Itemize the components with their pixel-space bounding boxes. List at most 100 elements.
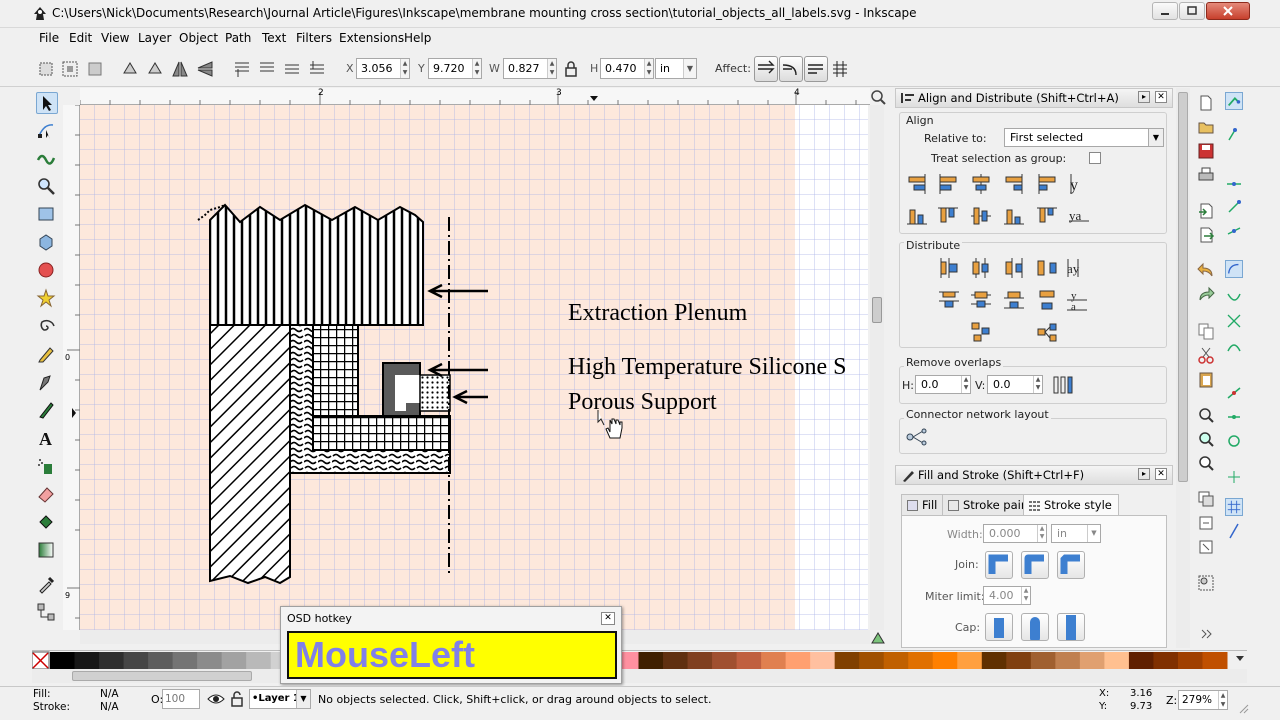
remove-overlaps-icon[interactable] xyxy=(1051,373,1075,397)
color-swatch[interactable] xyxy=(1128,652,1154,669)
dock-scrollbar-thumb[interactable] xyxy=(1178,92,1188,482)
overlap-v-field[interactable]: 0.0 ▲ ▼ xyxy=(987,375,1043,394)
unit-select[interactable]: in ▼ xyxy=(655,58,697,79)
color-swatch[interactable] xyxy=(99,652,125,669)
distribute-centers-v-icon[interactable] xyxy=(969,288,993,312)
toggle-lock-icon[interactable] xyxy=(229,690,245,708)
label-porous-support[interactable]: Porous Support xyxy=(568,389,717,416)
tweak-tool[interactable] xyxy=(36,148,58,170)
color-swatch[interactable] xyxy=(638,652,664,669)
raise-icon[interactable] xyxy=(257,59,277,79)
connector-tool[interactable] xyxy=(36,602,58,624)
align-right-sides-icon[interactable] xyxy=(1002,172,1026,196)
menu-edit[interactable]: Edit xyxy=(69,31,92,45)
color-swatch[interactable] xyxy=(736,652,762,669)
star-tool[interactable] xyxy=(36,288,58,310)
align-panel-header[interactable]: Align and Distribute (Shift+Ctrl+A) ▸ ✕ xyxy=(895,88,1173,108)
x-field[interactable]: 3.056 ▲ ▼ xyxy=(356,58,410,79)
cut-icon[interactable] xyxy=(1197,346,1215,364)
zoom-page-icon[interactable] xyxy=(1197,454,1215,472)
unclump-icon[interactable] xyxy=(1035,320,1059,344)
menu-layer[interactable]: Layer xyxy=(138,31,171,45)
copy-icon[interactable] xyxy=(1197,322,1215,340)
align-right-edges-icon[interactable] xyxy=(905,172,929,196)
snap-bbox-icon[interactable] xyxy=(1225,126,1243,144)
zoom-drawing-icon[interactable] xyxy=(1197,430,1215,448)
align-bottom-sides-icon[interactable] xyxy=(1002,204,1026,228)
distribute-left-edges-icon[interactable] xyxy=(937,256,961,280)
color-swatch[interactable] xyxy=(687,652,713,669)
drawing-canvas[interactable]: Extraction Plenum High Temperature Silic… xyxy=(80,105,868,630)
distribute-gaps-h-icon[interactable] xyxy=(1035,256,1059,280)
align-top-anchor-icon[interactable] xyxy=(1035,204,1059,228)
color-swatch[interactable] xyxy=(932,652,958,669)
affect-patterns-icon[interactable] xyxy=(830,59,850,79)
select-all-layers-icon[interactable] xyxy=(60,59,80,79)
paste-icon[interactable] xyxy=(1197,370,1215,388)
palette-scrollbar-thumb[interactable] xyxy=(72,671,252,681)
snap-midpoint-icon[interactable] xyxy=(1225,408,1243,426)
osd-close-button[interactable]: ✕ xyxy=(601,612,615,625)
color-swatch[interactable] xyxy=(712,652,738,669)
open-folder-icon[interactable] xyxy=(1197,118,1215,136)
minimize-button[interactable] xyxy=(1152,2,1178,20)
unlink-clone-icon[interactable] xyxy=(1197,538,1215,556)
current-layer-select[interactable]: •Layer 1 ▼ xyxy=(249,689,311,709)
color-swatch[interactable] xyxy=(148,652,174,669)
label-silicone[interactable]: High Temperature Silicone S xyxy=(568,354,846,381)
palette-scrollbar[interactable] xyxy=(32,669,1247,683)
node-tool[interactable] xyxy=(36,120,58,142)
relative-to-select[interactable]: First selected ▼ xyxy=(1004,128,1164,147)
round-join-button[interactable] xyxy=(1021,551,1049,579)
distribute-right-edges-icon[interactable] xyxy=(1002,256,1026,280)
resize-grip-icon[interactable] xyxy=(1236,701,1250,715)
pencil-tool[interactable] xyxy=(36,344,58,366)
flip-vertical-icon[interactable] xyxy=(195,59,215,79)
affect-rounded-corners-toggle[interactable] xyxy=(779,56,803,82)
toggle-visibility-icon[interactable] xyxy=(206,690,226,708)
distribute-gaps-v-icon[interactable] xyxy=(1035,288,1059,312)
snap-paths-icon[interactable] xyxy=(1225,288,1243,306)
tab-fill[interactable]: Fill xyxy=(901,494,945,516)
color-swatch[interactable] xyxy=(221,652,247,669)
snap-toggle-icon[interactable] xyxy=(1225,92,1243,110)
dropper-tool[interactable] xyxy=(36,574,58,596)
rectangle-tool[interactable] xyxy=(36,204,58,226)
zoom-corner-icon[interactable] xyxy=(869,88,887,105)
lock-icon[interactable] xyxy=(561,59,581,79)
opacity-field[interactable]: 100 xyxy=(162,689,200,709)
color-swatch[interactable] xyxy=(834,652,860,669)
text-tool[interactable]: A xyxy=(36,428,58,450)
tab-stroke-style[interactable]: Stroke style xyxy=(1023,494,1119,516)
import-icon[interactable] xyxy=(1197,202,1215,220)
square-cap-button[interactable] xyxy=(1057,613,1085,643)
color-swatch[interactable] xyxy=(1153,652,1179,669)
scrollbar-thumb[interactable] xyxy=(872,297,882,323)
distribute-baselines-v-icon[interactable]: ya xyxy=(1065,288,1089,312)
snap-bbox-edge-icon[interactable] xyxy=(1225,174,1243,192)
miter-limit-field[interactable]: 4.00 ▲ ▼ xyxy=(983,586,1031,605)
arrange-connector-network-icon[interactable] xyxy=(905,425,929,449)
new-document-icon[interactable] xyxy=(1197,94,1215,112)
h-field[interactable]: 0.470 ▲ ▼ xyxy=(600,58,654,79)
undo-icon[interactable] xyxy=(1197,262,1215,280)
color-swatch[interactable] xyxy=(810,652,836,669)
color-swatch[interactable] xyxy=(1104,652,1130,669)
align-top-edges-icon[interactable] xyxy=(936,204,960,228)
miter-join-button[interactable] xyxy=(985,551,1013,579)
randomize-centers-icon[interactable] xyxy=(969,320,993,344)
gradient-tool[interactable] xyxy=(36,540,58,562)
distribute-centers-h-icon[interactable] xyxy=(969,256,993,280)
fill-stroke-close-button[interactable]: ✕ xyxy=(1155,468,1167,480)
zoom-tool[interactable] xyxy=(36,176,58,198)
distribute-baselines-h-icon[interactable]: ay xyxy=(1065,256,1089,280)
spiral-tool[interactable] xyxy=(36,316,58,338)
round-cap-button[interactable] xyxy=(1021,613,1049,643)
snap-bbox-corner-icon[interactable] xyxy=(1225,198,1243,216)
color-swatch[interactable] xyxy=(1006,652,1032,669)
align-bottom-edges-icon[interactable] xyxy=(905,204,929,228)
snap-cusp-icon[interactable] xyxy=(1225,336,1243,354)
save-icon[interactable] xyxy=(1197,142,1215,160)
stroke-width-field[interactable]: 0.000 ▲ ▼ xyxy=(983,524,1047,543)
rotate-cw-icon[interactable] xyxy=(145,59,165,79)
